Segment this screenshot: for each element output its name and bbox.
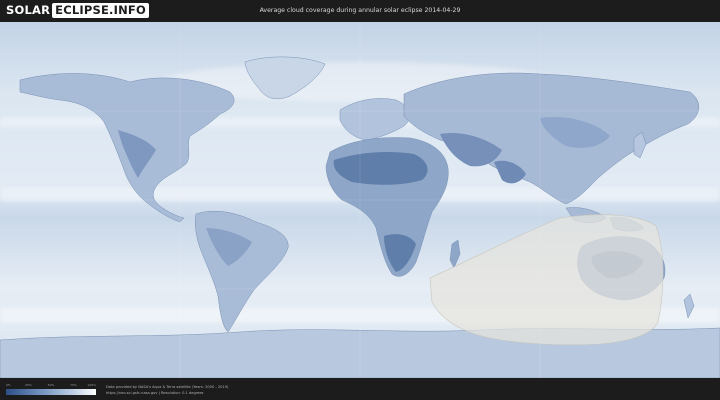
legend-tick: 50% [47, 383, 55, 387]
data-source-text: Data provided by NASA's Aqua & Terra sat… [106, 384, 228, 396]
legend-ticks: 0% 25% 50% 75% 100% [6, 383, 96, 388]
legend-tick: 75% [70, 383, 77, 387]
world-map-svg [0, 22, 720, 378]
footer-bar: 0% 25% 50% 75% 100% Data provided by NAS… [0, 378, 720, 400]
cloud-coverage-map [0, 22, 720, 378]
source-line-2[interactable]: https://neo.sci.gsfc.nasa.gov | Resoluti… [106, 390, 228, 396]
cloud-coverage-legend: 0% 25% 50% 75% 100% [6, 383, 96, 395]
legend-tick: 0% [6, 383, 11, 387]
legend-tick: 100% [87, 383, 96, 387]
legend-tick: 25% [25, 383, 32, 387]
legend-color-bar [6, 389, 96, 395]
page-title: Average cloud coverage during annular so… [259, 7, 461, 14]
top-bar: SOLAR ECLIPSE.INFO Average cloud coverag… [0, 0, 720, 22]
